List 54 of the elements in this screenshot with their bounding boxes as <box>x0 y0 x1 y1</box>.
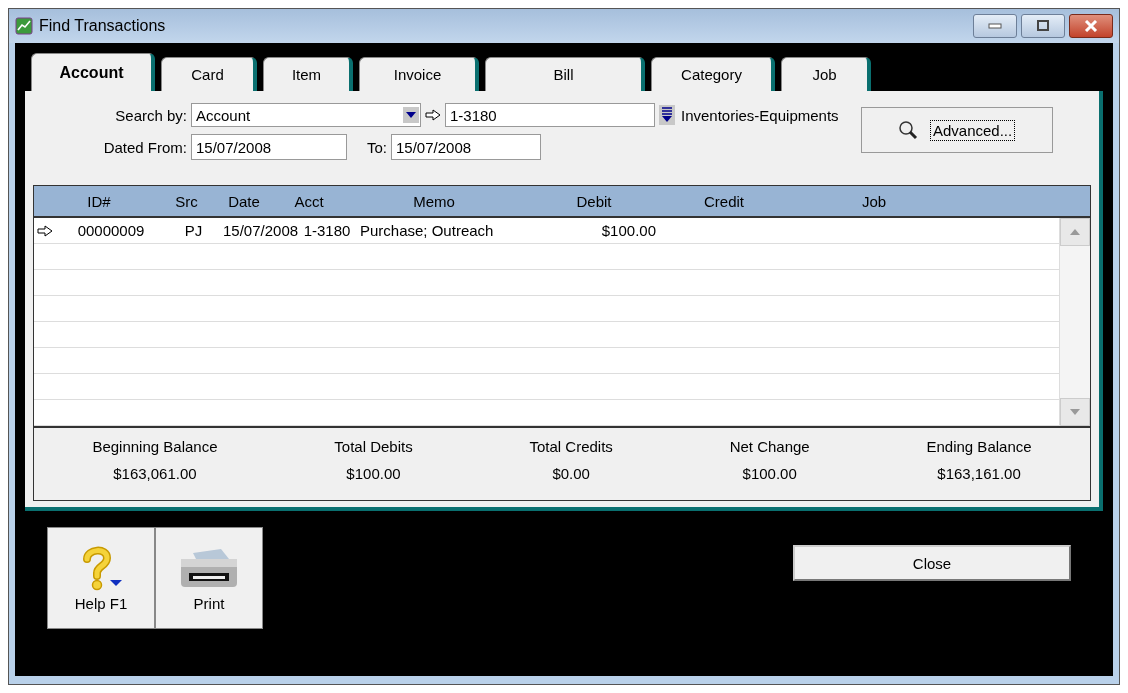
account-name: Inventories-Equipments <box>681 106 839 124</box>
minimize-icon <box>988 23 1002 29</box>
list-icon[interactable] <box>659 105 675 125</box>
column-header[interactable]: Credit <box>659 192 789 210</box>
close-button[interactable]: Close <box>793 545 1071 581</box>
table-cell: Purchase; Outreach <box>360 222 494 239</box>
search-icon <box>898 120 918 140</box>
total-label: Total Debits <box>334 438 413 455</box>
field-label: To: <box>367 138 387 156</box>
column-header[interactable]: Src <box>164 192 209 210</box>
close-icon <box>1083 20 1099 32</box>
total-value: $163,161.00 <box>937 465 1021 482</box>
maximize-button[interactable] <box>1021 14 1065 38</box>
search-by-dropdown[interactable]: Account <box>191 103 421 127</box>
total-label: Beginning Balance <box>92 438 218 455</box>
maximize-icon <box>1036 20 1050 32</box>
tab[interactable]: Job <box>781 57 871 91</box>
total-value: $100.00 <box>742 465 797 482</box>
table-cell: $100.00 <box>601 222 656 239</box>
table-cell: 15/07/2008 <box>223 222 299 239</box>
tab[interactable]: Bill <box>485 57 645 91</box>
column-header[interactable]: Memo <box>339 192 529 210</box>
date-from-field[interactable]: 15/07/2008 <box>191 134 347 160</box>
column-header[interactable]: Job <box>789 192 959 210</box>
field-label: Dated From: <box>102 138 187 156</box>
help-button[interactable]: Help F1 <box>47 527 155 629</box>
total-value: $0.00 <box>552 465 590 482</box>
tab[interactable]: Account <box>31 53 155 91</box>
column-header[interactable]: ID# <box>34 192 164 210</box>
total-label: Ending Balance <box>926 438 1032 455</box>
print-button[interactable]: Print <box>155 527 263 629</box>
table-cell: 1-3180 <box>303 222 351 239</box>
total-label: Net Change <box>729 438 810 455</box>
field-label: Search by: <box>114 106 187 124</box>
tab[interactable]: Card <box>161 57 257 91</box>
advanced-button[interactable]: Advanced... <box>860 107 1053 153</box>
column-header[interactable]: Debit <box>529 192 659 210</box>
total-value: $100.00 <box>346 465 401 482</box>
date-to-field[interactable]: 15/07/2008 <box>391 134 541 160</box>
column-header[interactable]: Date <box>209 192 279 210</box>
tab[interactable]: Category <box>651 57 775 91</box>
close-button[interactable] <box>1069 14 1113 38</box>
account-field[interactable]: 1-3180 <box>445 103 655 127</box>
column-header[interactable]: Acct <box>279 192 339 210</box>
window-title: Find Transactions <box>39 17 167 35</box>
tab[interactable]: Item <box>263 57 353 91</box>
table-cell: 00000009 <box>77 222 145 239</box>
tab[interactable]: Invoice <box>359 57 479 91</box>
table-cell: PJ <box>184 222 203 239</box>
chart-icon <box>15 17 33 35</box>
arrow-icon <box>425 109 441 121</box>
minimize-button[interactable] <box>973 14 1017 38</box>
total-value: $163,061.00 <box>113 465 197 482</box>
total-label: Total Credits <box>529 438 613 455</box>
